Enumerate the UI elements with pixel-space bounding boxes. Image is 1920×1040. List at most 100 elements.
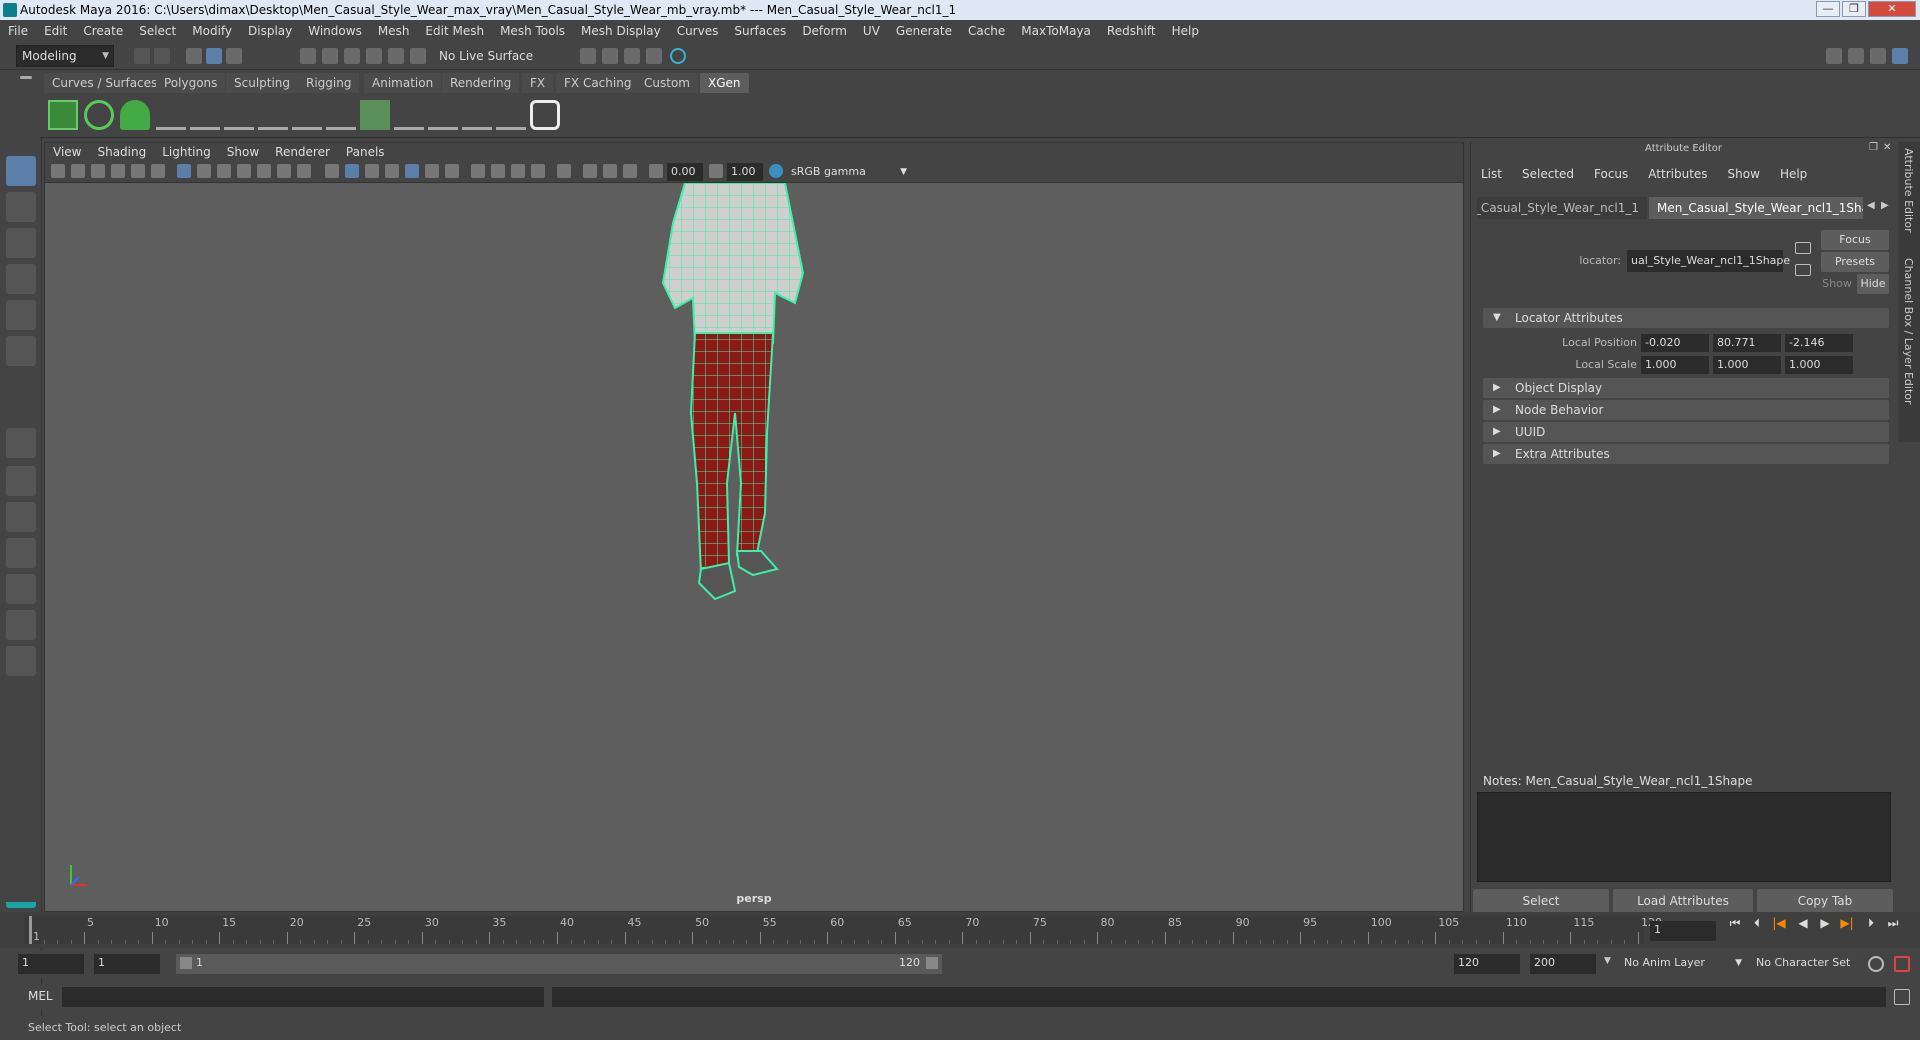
- snap-grid-icon[interactable]: [300, 48, 316, 64]
- xgen-add-guide-icon[interactable]: [224, 100, 254, 130]
- xgen-delete-icon[interactable]: [496, 100, 526, 130]
- viewport-panel[interactable]: View Shading Lighting Show Renderer Panels 0.…: [44, 142, 1464, 912]
- tab-rigging[interactable]: Rigging: [298, 73, 360, 93]
- tab-channel-box-vertical[interactable]: Channel Box / Layer Editor: [1902, 258, 1915, 405]
- end-time-field[interactable]: 200: [1530, 954, 1596, 974]
- modeling-toolkit-icon[interactable]: [1826, 48, 1842, 64]
- safe-title-icon[interactable]: [297, 164, 311, 178]
- live-surface-field[interactable]: No Live Surface: [434, 46, 538, 66]
- menu-maxtomaya[interactable]: MaxToMaya: [1013, 20, 1099, 42]
- grid-icon[interactable]: [177, 164, 191, 178]
- xray-components-icon[interactable]: [623, 164, 637, 178]
- menu-file[interactable]: File: [0, 20, 36, 42]
- locator-name-field[interactable]: ual_Style_Wear_ncl1_1Shape: [1627, 250, 1790, 272]
- script-editor-icon[interactable]: [1894, 989, 1910, 1005]
- close-panel-icon[interactable]: ✕: [1883, 142, 1891, 153]
- viewport-menu-show[interactable]: Show: [219, 143, 267, 161]
- menu-windows[interactable]: Windows: [300, 20, 370, 42]
- tab-attribute-editor-vertical[interactable]: Attribute Editor: [1902, 148, 1915, 233]
- camera-attr-icon[interactable]: [71, 164, 85, 178]
- render-ipr-icon[interactable]: [602, 48, 618, 64]
- xgen-editor-icon[interactable]: [48, 100, 78, 130]
- viewport-menu-shading[interactable]: Shading: [89, 143, 154, 161]
- menu-cache[interactable]: Cache: [960, 20, 1013, 42]
- float-panel-icon[interactable]: ❐: [1869, 142, 1878, 153]
- gamma-icon[interactable]: [709, 164, 723, 178]
- field-chart-icon[interactable]: [257, 164, 271, 178]
- open-scene-icon[interactable]: [134, 48, 150, 64]
- attribute-editor-toggle-icon[interactable]: [1848, 48, 1864, 64]
- tab-shape-node[interactable]: Men_Casual_Style_Wear_ncl1_1Shape: [1649, 197, 1863, 219]
- chevron-right-icon[interactable]: ▶: [1881, 200, 1889, 211]
- tool-settings-toggle-icon[interactable]: [1870, 48, 1886, 64]
- grease-pencil-icon[interactable]: [151, 164, 165, 178]
- current-frame-field[interactable]: 1: [1650, 921, 1716, 941]
- resolution-gate-icon[interactable]: [217, 164, 231, 178]
- current-time-indicator[interactable]: [29, 916, 32, 944]
- tab-fx-caching[interactable]: FX Caching: [556, 73, 640, 93]
- close-button[interactable]: ✕: [1868, 1, 1916, 17]
- command-input[interactable]: [62, 987, 544, 1007]
- two-d-pan-icon[interactable]: [131, 164, 145, 178]
- tab-xgen[interactable]: XGen: [700, 73, 749, 93]
- textured-icon[interactable]: [405, 164, 419, 178]
- menu-surfaces[interactable]: Surfaces: [726, 20, 794, 42]
- command-language-label[interactable]: MEL: [28, 989, 53, 1003]
- render-view-icon[interactable]: [670, 48, 686, 64]
- notes-textarea[interactable]: [1477, 792, 1891, 882]
- select-object-icon[interactable]: [206, 48, 222, 64]
- xgen-guide-icon[interactable]: [190, 100, 220, 130]
- use-lights-icon[interactable]: [425, 164, 439, 178]
- colorspace-dropdown[interactable]: sRGB gamma ▼: [787, 163, 911, 181]
- ae-menu-focus[interactable]: Focus: [1584, 164, 1638, 184]
- lasso-tool-icon[interactable]: [6, 192, 36, 222]
- shadows-icon[interactable]: [445, 164, 459, 178]
- start-time-field[interactable]: 1: [18, 954, 84, 974]
- tab-curves-surfaces[interactable]: Curves / Surfaces: [44, 73, 166, 93]
- hypershade-icon[interactable]: [646, 48, 662, 64]
- layout-graph-icon[interactable]: [6, 574, 36, 604]
- local-position-y[interactable]: 80.771: [1713, 334, 1781, 352]
- tab-animation[interactable]: Animation: [364, 73, 442, 93]
- xgen-groom-icon[interactable]: [428, 100, 458, 130]
- section-uuid[interactable]: ▶ UUID: [1483, 422, 1889, 442]
- chevron-left-icon[interactable]: ◀: [1867, 200, 1875, 211]
- section-extra-attributes[interactable]: ▶ Extra Attributes: [1483, 444, 1889, 464]
- tab-custom[interactable]: Custom: [636, 73, 698, 93]
- menu-uv[interactable]: UV: [855, 20, 888, 42]
- snap-point-icon[interactable]: [344, 48, 360, 64]
- copy-tab-button[interactable]: Copy Tab: [1757, 889, 1893, 913]
- menu-deform[interactable]: Deform: [794, 20, 855, 42]
- anim-layer-dropdown[interactable]: No Anim Layer ▼: [1620, 954, 1746, 974]
- xgen-description-icon[interactable]: [120, 100, 150, 130]
- xray-icon[interactable]: [583, 164, 597, 178]
- viewport-menu-renderer[interactable]: Renderer: [267, 143, 338, 161]
- xgen-interactive-icon[interactable]: [394, 100, 424, 130]
- section-node-behavior[interactable]: ▶ Node Behavior: [1483, 400, 1889, 420]
- snap-surface-icon[interactable]: [388, 48, 404, 64]
- default-material-icon[interactable]: [365, 164, 379, 178]
- xgen-preview-icon[interactable]: [530, 100, 560, 130]
- maximize-button[interactable]: ❐: [1842, 1, 1866, 17]
- menu-mesh-tools[interactable]: Mesh Tools: [492, 20, 573, 42]
- go-to-node-icon[interactable]: [1795, 264, 1811, 276]
- focus-button[interactable]: Focus: [1821, 230, 1889, 250]
- snap-together-icon[interactable]: [410, 48, 426, 64]
- channel-box-toggle-icon[interactable]: [1892, 48, 1908, 64]
- camera-select-icon[interactable]: [51, 164, 65, 178]
- tab-rendering[interactable]: Rendering: [442, 73, 520, 93]
- layout-two-icon[interactable]: [6, 502, 36, 532]
- menu-display[interactable]: Display: [240, 20, 300, 42]
- range-handle-start-icon[interactable]: [180, 957, 192, 969]
- ae-menu-attributes[interactable]: Attributes: [1638, 164, 1717, 184]
- local-scale-y[interactable]: 1.000: [1713, 356, 1781, 374]
- layout-outliner-icon[interactable]: [6, 538, 36, 568]
- select-tool-icon[interactable]: [6, 156, 36, 186]
- safe-action-icon[interactable]: [277, 164, 291, 178]
- image-plane-icon[interactable]: [111, 164, 125, 178]
- range-bar[interactable]: 1 120: [176, 954, 942, 974]
- scale-tool-icon[interactable]: [6, 336, 36, 366]
- maya-home-icon[interactable]: [6, 878, 36, 908]
- layout-four-icon[interactable]: [6, 466, 36, 496]
- menu-set-dropdown[interactable]: Modeling ▼: [16, 45, 114, 67]
